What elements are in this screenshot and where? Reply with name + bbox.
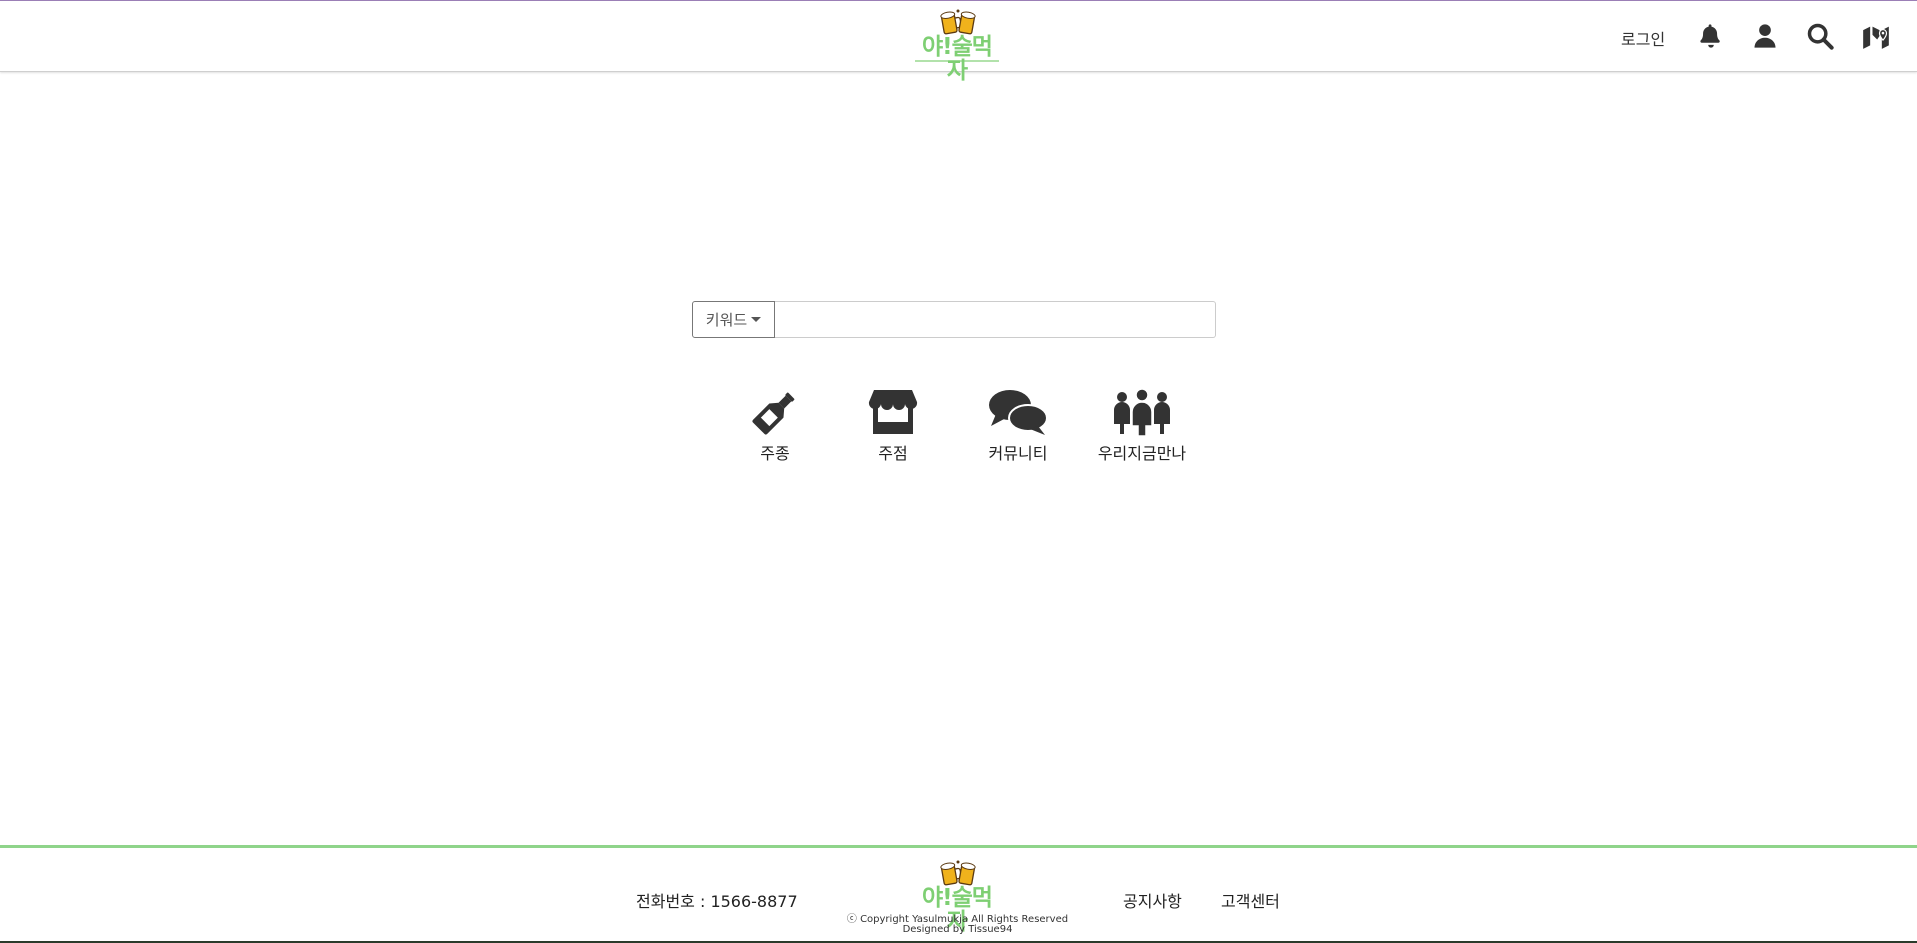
category-label: 주종 [760,444,790,463]
bell-icon[interactable] [1697,22,1725,50]
beer-mugs-icon [940,9,976,35]
category-community[interactable]: 커뮤니티 [980,388,1056,464]
caret-down-icon [751,317,762,322]
comments-icon [989,390,1048,435]
category-meetup[interactable]: 우리지금만나 [1096,388,1188,464]
beer-mugs-icon [940,860,976,886]
brand-wordmark: 야!술먹자 [922,34,993,84]
footer-brand-logo[interactable]: 야!술먹자 [912,860,1002,934]
footer-link-notice[interactable]: 공지사항 [1123,888,1182,912]
brand-underline [915,60,999,62]
designed-by-text: Designed by Tissue94 [902,924,1013,935]
site-footer: 전화번호 : 1566-8877 야!술먹자 ⓒ Copyright Yasul… [0,845,1917,943]
category-liquor[interactable]: 주종 [748,388,802,464]
user-icon[interactable] [1751,22,1779,50]
search-bar: 키워드 [692,301,1216,338]
people-group-icon [1114,388,1170,436]
login-link[interactable]: 로그인 [1621,26,1665,50]
bottle-icon [752,392,795,435]
top-header: 야!술먹자 로그인 [0,0,1917,83]
page: 야!술먹자 로그인 키워드 주종 주점 커뮤니티 우리지금만나 전화번호: 1… [0,0,1917,943]
search-input[interactable] [775,301,1216,338]
search-type-dropdown[interactable]: 키워드 [692,301,775,338]
footer-link-support[interactable]: 고객센터 [1221,888,1280,912]
map-icon[interactable] [1862,22,1890,50]
footer-phone: 전화번호 : 1566-8877 [636,892,798,911]
category-label: 주점 [878,444,908,463]
store-icon [868,390,918,434]
search-icon[interactable] [1806,22,1834,50]
search-type-label: 키워드 [705,311,748,329]
brand-logo[interactable]: 야!술먹자 [912,9,1002,83]
category-label: 커뮤니티 [988,444,1048,463]
footer-copyright: ⓒ Copyright Yasulmukja All Rights Reserv… [800,915,1115,935]
category-label: 우리지금만나 [1097,444,1187,463]
category-bar[interactable]: 주점 [866,388,920,464]
